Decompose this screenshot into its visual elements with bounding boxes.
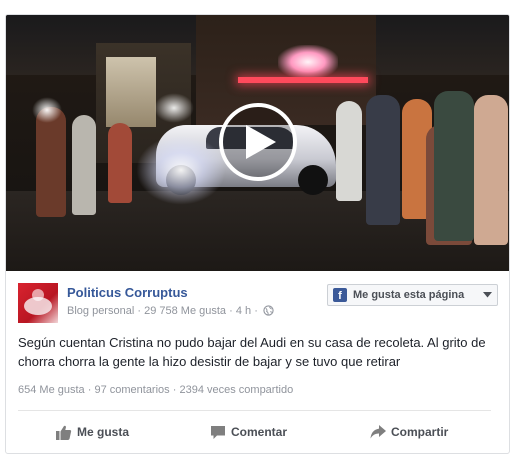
video-frame-neon-strip — [238, 77, 368, 83]
globe-icon — [263, 305, 274, 316]
page-avatar[interactable] — [18, 283, 58, 323]
video-frame-wheel — [298, 165, 328, 195]
like-page-label: Me gusta esta página — [353, 289, 465, 301]
play-icon — [246, 125, 276, 159]
video-frame-light-glare — [32, 97, 62, 123]
comment-icon — [211, 425, 225, 439]
post-card: Politicus Corruptus Blog personal · 29 7… — [5, 14, 510, 454]
video-frame-door — [106, 57, 156, 127]
video-player[interactable] — [6, 15, 509, 271]
meta-separator: · — [172, 384, 177, 396]
video-frame-person — [366, 95, 400, 225]
like-button-label: Me gusta — [77, 425, 130, 439]
avatar-image-shape — [32, 289, 44, 301]
comment-button-label: Comentar — [231, 425, 288, 439]
chevron-down-icon — [483, 292, 492, 298]
video-frame-light-glare — [154, 93, 194, 123]
meta-separator: · — [229, 305, 233, 317]
page-category: Blog personal — [67, 305, 135, 317]
comment-button[interactable]: Comentar — [210, 419, 287, 445]
post-shares-count[interactable]: 2394 veces compartido — [179, 384, 293, 396]
video-frame-headlight-glare — [136, 135, 226, 205]
meta-separator: · — [137, 305, 142, 317]
video-frame-person — [434, 91, 474, 241]
actions-divider — [18, 410, 491, 411]
like-page-dropdown-button[interactable] — [478, 284, 498, 306]
video-frame-person — [72, 115, 96, 215]
post-message: Según cuentan Cristina no pudo bajar del… — [18, 335, 486, 369]
share-arrow-icon — [370, 425, 386, 439]
video-frame-neon-sign — [278, 45, 338, 79]
video-frame-person — [336, 101, 362, 201]
page-name-link[interactable]: Politicus Corruptus — [67, 285, 188, 300]
share-button-label: Compartir — [391, 425, 449, 439]
post-header: Politicus Corruptus Blog personal · 29 7… — [18, 283, 498, 323]
post-meta: Blog personal · 29 758 Me gusta · 4 h · — [67, 305, 274, 317]
play-button[interactable] — [219, 103, 297, 181]
like-button[interactable]: Me gusta — [56, 419, 129, 445]
page-likes-count: 29 758 Me gusta — [144, 305, 227, 317]
post-comments-count[interactable]: 97 comentarios — [94, 384, 169, 396]
post-actions: Me gusta Comentar Compartir — [6, 419, 509, 445]
facebook-icon: f — [333, 288, 347, 302]
meta-separator: · — [254, 305, 258, 317]
thumbs-up-icon — [56, 425, 72, 440]
post-stats: 654 Me gusta · 97 comentarios · 2394 vec… — [18, 384, 293, 396]
share-button[interactable]: Compartir — [370, 419, 448, 445]
post-likes-count[interactable]: 654 Me gusta — [18, 384, 85, 396]
like-page-button[interactable]: f Me gusta esta página — [327, 284, 479, 306]
video-frame-person — [474, 95, 508, 245]
video-frame-person — [108, 123, 132, 203]
video-frame-person — [36, 107, 66, 217]
meta-separator: · — [87, 384, 92, 396]
post-timestamp[interactable]: 4 h — [236, 305, 251, 317]
